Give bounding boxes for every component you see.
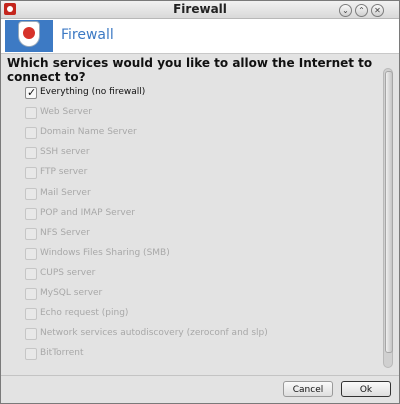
footer-divider: [1, 375, 399, 376]
service-row[interactable]: Mail Server: [25, 186, 380, 202]
service-checkbox[interactable]: [25, 328, 37, 340]
service-row[interactable]: POP and IMAP Server: [25, 206, 380, 222]
service-checkbox[interactable]: [25, 147, 37, 159]
service-label: Web Server: [40, 107, 92, 117]
service-row[interactable]: BitTorrent: [25, 346, 380, 362]
service-row[interactable]: Network services autodiscovery (zeroconf…: [25, 326, 380, 342]
service-checkbox[interactable]: [25, 188, 37, 200]
service-label: Everything (no firewall): [40, 87, 146, 97]
scrollbar[interactable]: [383, 68, 393, 368]
firewall-icon: [5, 20, 53, 52]
service-checkbox[interactable]: [25, 107, 37, 119]
service-row[interactable]: Everything (no firewall): [25, 85, 380, 101]
service-label: FTP server: [40, 167, 88, 177]
service-row[interactable]: Windows Files Sharing (SMB): [25, 246, 380, 262]
firewall-window: Firewall ⌄ ⌃ ✕ Firewall Which services w…: [0, 0, 400, 404]
service-checkbox[interactable]: [25, 308, 37, 320]
service-row[interactable]: MySQL server: [25, 286, 380, 302]
service-label: BitTorrent: [40, 348, 84, 358]
service-row[interactable]: Domain Name Server: [25, 125, 380, 141]
service-label: Echo request (ping): [40, 308, 129, 318]
service-label: CUPS server: [40, 268, 96, 278]
service-label: Windows Files Sharing (SMB): [40, 248, 170, 258]
service-row[interactable]: SSH server: [25, 145, 380, 161]
service-row[interactable]: FTP server: [25, 165, 380, 181]
service-label: Mail Server: [40, 188, 91, 198]
service-label: POP and IMAP Server: [40, 208, 135, 218]
service-checkbox[interactable]: [25, 268, 37, 280]
maximize-icon[interactable]: ⌃: [355, 4, 368, 17]
service-row[interactable]: Web Server: [25, 105, 380, 121]
header-banner: Firewall: [1, 19, 399, 54]
service-label: Domain Name Server: [40, 127, 137, 137]
shield-icon: [19, 22, 39, 46]
close-icon[interactable]: ✕: [371, 4, 384, 17]
service-checkbox[interactable]: [25, 288, 37, 300]
service-checkbox[interactable]: [25, 208, 37, 220]
scrollbar-thumb[interactable]: [385, 71, 393, 353]
cancel-button[interactable]: Cancel: [283, 381, 333, 397]
minimize-icon[interactable]: ⌄: [339, 4, 352, 17]
service-row[interactable]: Echo request (ping): [25, 306, 380, 322]
service-checkbox[interactable]: [25, 348, 37, 360]
question-text: Which services would you like to allow t…: [7, 56, 373, 84]
service-checkbox[interactable]: [25, 228, 37, 240]
service-checkbox[interactable]: [25, 127, 37, 139]
service-label: MySQL server: [40, 288, 103, 298]
service-label: NFS Server: [40, 228, 90, 238]
ok-button[interactable]: Ok: [341, 381, 391, 397]
service-label: Network services autodiscovery (zeroconf…: [40, 328, 268, 338]
service-row[interactable]: NFS Server: [25, 226, 380, 242]
service-checkbox[interactable]: [25, 86, 37, 99]
service-checkbox[interactable]: [25, 167, 37, 179]
service-row[interactable]: CUPS server: [25, 266, 380, 282]
header-title: Firewall: [61, 27, 114, 43]
service-label: SSH server: [40, 147, 90, 157]
service-checkbox[interactable]: [25, 248, 37, 260]
title-bar[interactable]: Firewall ⌄ ⌃ ✕: [1, 1, 399, 19]
